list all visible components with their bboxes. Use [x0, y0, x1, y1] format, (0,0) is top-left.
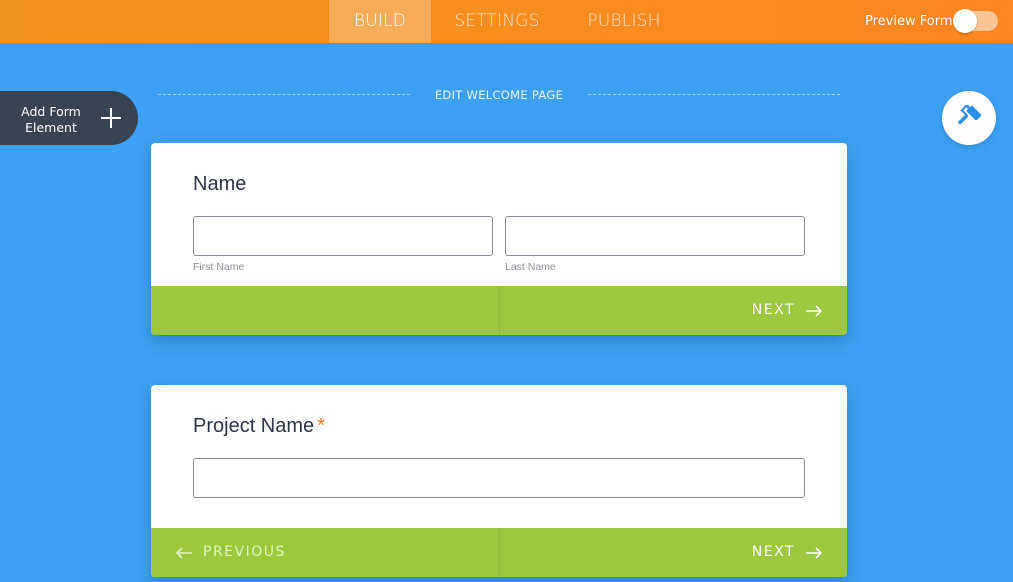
tab-build[interactable]: BUILD	[329, 0, 431, 43]
preview-form-label: Preview Form	[865, 14, 953, 29]
project-name-input[interactable]	[193, 458, 805, 498]
top-navigation-bar: BUILD SETTINGS PUBLISH Preview Form	[0, 0, 1013, 43]
required-asterisk: *	[317, 415, 325, 437]
tab-publish[interactable]: PUBLISH	[572, 0, 676, 43]
question-label: Name	[193, 173, 247, 195]
question-label: Project Name *	[193, 415, 325, 438]
divider-left	[158, 94, 410, 95]
first-name-input[interactable]	[193, 216, 493, 256]
tab-settings[interactable]: SETTINGS	[440, 0, 554, 43]
toggle-knob	[953, 9, 977, 33]
add-form-element-label: Add Form Element	[21, 104, 81, 135]
previous-button[interactable]: PREVIOUS	[175, 528, 286, 577]
edit-welcome-page-link[interactable]: EDIT WELCOME PAGE	[410, 88, 588, 102]
question-text: Project Name	[193, 415, 315, 437]
last-name-sublabel: Last Name	[505, 261, 556, 273]
arrow-left-icon	[175, 546, 192, 559]
question-card-project-name: Project Name * PREVIOUS NEXT	[151, 385, 847, 577]
next-button[interactable]: NEXT	[752, 286, 823, 335]
arrow-right-icon	[806, 304, 823, 317]
card-footer: NEXT	[151, 286, 847, 335]
question-card-name: Name First Name Last Name NEXT	[151, 143, 847, 335]
card-footer: PREVIOUS NEXT	[151, 528, 847, 577]
previous-label: PREVIOUS	[203, 544, 286, 560]
last-name-input[interactable]	[505, 216, 805, 256]
paint-roller-icon	[958, 105, 982, 125]
first-name-sublabel: First Name	[193, 261, 245, 273]
divider-right	[588, 94, 840, 95]
footer-divider	[499, 528, 500, 577]
next-button[interactable]: NEXT	[752, 528, 823, 577]
next-label: NEXT	[751, 544, 795, 560]
add-form-element-button[interactable]: Add Form Element	[0, 91, 138, 145]
footer-divider	[499, 286, 500, 335]
preview-form-toggle[interactable]	[953, 9, 998, 33]
arrow-right-icon	[806, 546, 823, 559]
next-label: NEXT	[751, 302, 795, 318]
form-designer-button[interactable]	[942, 91, 996, 145]
plus-icon	[100, 107, 122, 129]
